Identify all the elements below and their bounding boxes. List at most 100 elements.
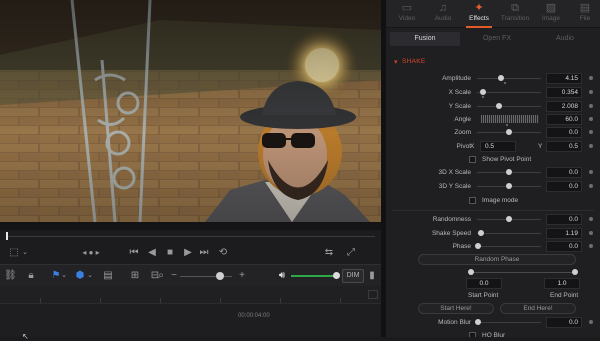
start-end-range-track[interactable] <box>470 272 576 273</box>
timeline-ruler[interactable] <box>0 286 381 304</box>
amplitude-slider-knob[interactable] <box>498 75 504 81</box>
start-here-button[interactable]: Start Here! <box>418 303 494 314</box>
keyframe-icon[interactable] <box>589 170 593 174</box>
x-scale-slider-knob[interactable] <box>480 89 486 95</box>
timeline-options-icon[interactable] <box>368 290 378 299</box>
go-to-start-icon[interactable]: ⏮ <box>128 246 140 260</box>
speaker-icon[interactable]: 🔊︎ <box>276 269 288 283</box>
zoom-slider-track[interactable] <box>180 276 232 277</box>
tab-audio[interactable]: ♫ Audio <box>426 2 460 26</box>
lock-icon[interactable]: 🔒︎ <box>25 269 37 283</box>
tab-effects[interactable]: ✦ Effects <box>462 2 496 28</box>
keyframe-icon[interactable] <box>589 231 593 235</box>
play-reverse-icon[interactable]: ◀ <box>146 246 158 260</box>
3d-y-scale-slider-knob[interactable] <box>506 183 512 189</box>
viewer-scrubber[interactable] <box>0 230 381 242</box>
start-point-knob[interactable] <box>468 269 474 275</box>
motion-blur-field[interactable]: 0.0 <box>546 317 582 328</box>
chevron-down-icon[interactable]: ⌄ <box>20 246 30 260</box>
go-to-end-icon[interactable]: ⏭ <box>198 246 210 260</box>
randomness-field[interactable]: 0.0 <box>546 214 582 225</box>
pivot-y-field[interactable]: 0.5 <box>546 141 582 152</box>
keyframe-icon[interactable] <box>589 217 593 221</box>
keyframe-icon[interactable] <box>589 90 593 94</box>
x-scale-slider[interactable] <box>477 92 541 93</box>
keyframe-icon[interactable] <box>589 117 593 121</box>
volume-slider[interactable] <box>291 272 340 279</box>
track-height-icon[interactable]: ▤ <box>102 269 114 283</box>
chevron-down-icon[interactable]: ▾ <box>394 58 398 66</box>
y-scale-field[interactable]: 2.008 <box>546 101 582 112</box>
keyframe-icon[interactable] <box>589 184 593 188</box>
3d-x-scale-field[interactable]: 0.0 <box>546 167 582 178</box>
hq-blur-checkbox[interactable] <box>469 332 476 337</box>
subtab-audio[interactable]: Audio <box>534 32 596 46</box>
timeline-area[interactable]: 00:00:04:00 ↖ <box>0 286 381 341</box>
tab-transition[interactable]: ⧉ Transition <box>498 2 532 26</box>
pivot-x-field[interactable]: 0.5 <box>480 141 516 152</box>
zoom-slider-knob[interactable] <box>216 272 224 280</box>
dim-button[interactable]: DIM <box>342 269 364 283</box>
zoom-out-icon[interactable]: − <box>170 269 178 283</box>
end-point-knob[interactable] <box>572 269 578 275</box>
chevron-down-icon[interactable]: ⌄ <box>86 269 94 283</box>
loop-icon[interactable]: ⟲ <box>216 246 230 260</box>
3d-y-scale-field[interactable]: 0.0 <box>546 181 582 192</box>
stop-icon[interactable]: ■ <box>164 246 176 260</box>
meter-icon[interactable]: ▮ <box>368 269 376 283</box>
scrubber-track[interactable] <box>6 236 375 237</box>
end-point-field[interactable]: 1.0 <box>544 278 580 289</box>
param-y-scale: Y Scale 2.008 <box>386 100 600 113</box>
tab-file[interactable]: ▤ File <box>568 2 600 26</box>
keyframe-icon[interactable] <box>589 144 593 148</box>
start-point-field[interactable]: 0.0 <box>466 278 502 289</box>
mark-in-out-icon[interactable]: ⇆ <box>322 246 336 260</box>
zoom-full-icon[interactable]: ⊞ <box>128 269 142 283</box>
link-icon[interactable]: ⛓ <box>4 269 17 283</box>
play-icon[interactable]: ▶ <box>182 246 194 260</box>
motion-blur-slider[interactable] <box>477 322 541 323</box>
volume-slider-knob[interactable] <box>333 272 340 279</box>
keyframe-icon[interactable] <box>589 130 593 134</box>
zoom-param-slider-knob[interactable] <box>506 129 512 135</box>
show-pivot-checkbox[interactable] <box>469 156 476 163</box>
motion-blur-slider-knob[interactable] <box>475 319 481 325</box>
scrubber-playhead[interactable] <box>6 232 8 240</box>
fullscreen-icon[interactable]: ⤢ <box>344 246 358 260</box>
angle-field[interactable]: 60.0 <box>546 114 582 125</box>
subtab-open-fx[interactable]: Open FX <box>464 32 530 46</box>
x-scale-field[interactable]: 0.354 <box>546 87 582 98</box>
3d-x-scale-slider-knob[interactable] <box>506 169 512 175</box>
keyframe-icon[interactable] <box>589 244 593 248</box>
end-here-button[interactable]: End Here! <box>500 303 576 314</box>
subtab-fusion[interactable]: Fusion <box>390 32 460 46</box>
tab-video[interactable]: ▭ Video <box>390 2 424 26</box>
keyframe-icon[interactable] <box>589 76 593 80</box>
phase-slider-knob[interactable] <box>475 243 481 249</box>
video-viewer[interactable] <box>0 0 381 222</box>
shake-speed-slider-knob[interactable] <box>478 230 484 236</box>
shake-speed-slider[interactable] <box>477 233 541 234</box>
match-frame-icon[interactable]: ◂ ● ▸ <box>78 246 104 260</box>
random-phase-button[interactable]: Random Phase <box>418 254 576 265</box>
keyframe-icon[interactable] <box>589 104 593 108</box>
chevron-down-icon[interactable]: ⌄ <box>60 269 68 283</box>
angle-dial[interactable] <box>481 115 539 123</box>
tab-image[interactable]: ▨ Image <box>534 2 568 26</box>
shake-section-header[interactable]: ▾ SHAKE <box>386 56 600 70</box>
phase-slider[interactable] <box>477 246 541 247</box>
phase-field[interactable]: 0.0 <box>546 241 582 252</box>
search-icon[interactable]: ⌕ <box>156 269 166 283</box>
amplitude-slider[interactable] <box>477 78 541 79</box>
shake-speed-field[interactable]: 1.19 <box>546 228 582 239</box>
zoom-in-icon[interactable]: + <box>238 269 246 283</box>
y-scale-slider[interactable] <box>477 106 541 107</box>
image-mode-checkbox[interactable] <box>469 197 476 204</box>
amplitude-field[interactable]: 4.15 <box>546 73 582 84</box>
y-scale-slider-knob[interactable] <box>496 103 502 109</box>
marker-icon[interactable]: ⬢ <box>74 269 86 283</box>
viewer-options-icon[interactable]: ⬚ <box>8 246 20 260</box>
keyframe-icon[interactable] <box>589 320 593 324</box>
randomness-slider-knob[interactable] <box>506 216 512 222</box>
zoom-field[interactable]: 0.0 <box>546 127 582 138</box>
